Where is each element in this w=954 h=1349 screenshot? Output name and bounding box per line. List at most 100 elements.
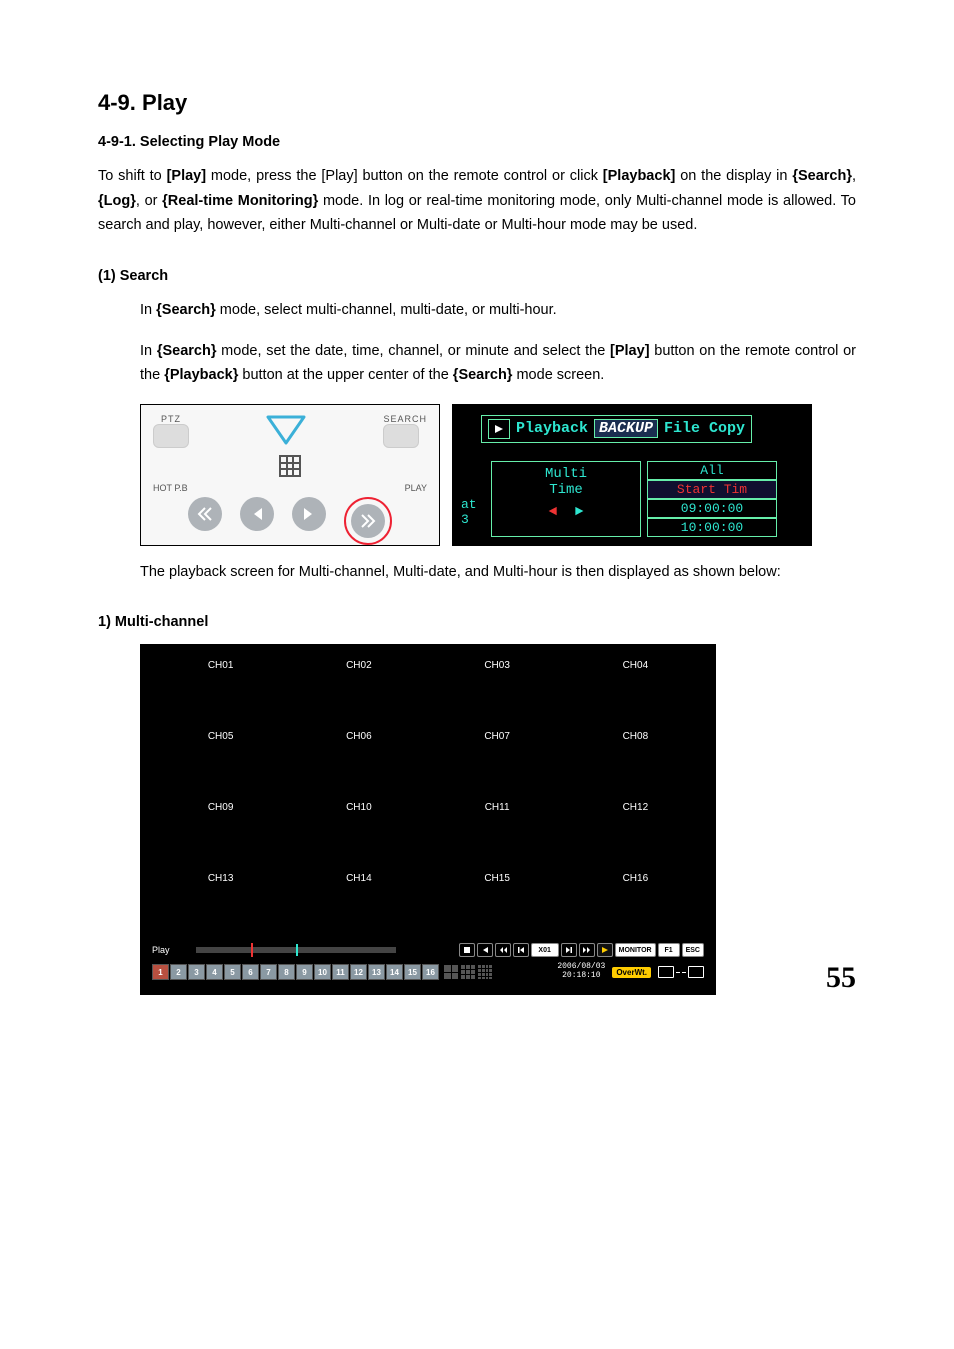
playback-controls-row: Play X01 MONITOR F1 ESC bbox=[152, 943, 704, 957]
esc-label: ESC bbox=[682, 943, 704, 957]
channel-number-button: 9 bbox=[296, 964, 313, 980]
txt: {Real-time Monitoring} bbox=[162, 193, 318, 209]
playback-label: Playback bbox=[516, 420, 588, 437]
play-icon bbox=[488, 419, 510, 439]
control-group: X01 MONITOR F1 ESC bbox=[459, 943, 704, 957]
ptz-button-shape bbox=[153, 424, 189, 448]
layout-icons bbox=[444, 965, 492, 979]
next-icon bbox=[292, 497, 326, 531]
layout-2x2-icon bbox=[444, 965, 458, 979]
filecopy-label: File Copy bbox=[664, 420, 745, 437]
three-label: 3 bbox=[461, 512, 491, 527]
section-title: 4-9. Play bbox=[98, 90, 856, 116]
right-arrow-icon: ► bbox=[575, 504, 583, 520]
skip-back-icon bbox=[513, 943, 529, 957]
txt: To shift to bbox=[98, 168, 167, 184]
at-label: at bbox=[461, 497, 491, 512]
playback-toolbar: Playback BACKUP File Copy bbox=[481, 415, 752, 443]
layout-4x4-icon bbox=[478, 965, 492, 979]
txt: button at the upper center of the bbox=[238, 367, 452, 383]
txt: mode screen. bbox=[512, 367, 604, 383]
channel-cell: CH06 bbox=[290, 725, 427, 795]
transport-buttons bbox=[153, 497, 427, 545]
channel-cell: CH12 bbox=[567, 796, 704, 866]
channel-number-button: 2 bbox=[170, 964, 187, 980]
txt: {Search} bbox=[157, 343, 217, 359]
channel-cell: CH08 bbox=[567, 725, 704, 795]
fastforward-icon bbox=[351, 504, 385, 538]
txt: mode, press the [Play] button on the rem… bbox=[206, 168, 603, 184]
txt: on the display in bbox=[675, 168, 792, 184]
channel-cell: CH05 bbox=[152, 725, 289, 795]
playback-panel-figure: Playback BACKUP File Copy at 3 Multi Tim… bbox=[452, 404, 812, 546]
txt: {Search} bbox=[453, 367, 513, 383]
channel-number-button: 16 bbox=[422, 964, 439, 980]
time-column: All Start Tim 09:00:00 10:00:00 bbox=[647, 461, 777, 537]
channel-number-button: 11 bbox=[332, 964, 349, 980]
figure-row: PTZ SEARCH HOT P.B PLAY bbox=[140, 404, 856, 546]
left-col: at 3 bbox=[461, 461, 491, 537]
datetime-display: 2006/08/03 20:18:10 bbox=[557, 963, 605, 981]
channel-number-pad: 12345678910111213141516 bbox=[152, 964, 439, 980]
prev-icon bbox=[240, 497, 274, 531]
multichannel-screenshot: CH01CH02CH03CH04CH05CH06CH07CH08CH09CH10… bbox=[140, 644, 716, 995]
time-label: Time bbox=[506, 482, 626, 498]
fastfwd-icon bbox=[579, 943, 595, 957]
channel-cell: CH14 bbox=[290, 867, 427, 937]
channel-number-button: 6 bbox=[242, 964, 259, 980]
search-p1: In {Search} mode, select multi-channel, … bbox=[140, 298, 856, 323]
txt: , or bbox=[136, 193, 162, 209]
channel-cell: CH07 bbox=[429, 725, 566, 795]
channel-number-button: 13 bbox=[368, 964, 385, 980]
txt: [Play] bbox=[167, 168, 207, 184]
channel-cell: CH16 bbox=[567, 867, 704, 937]
channel-number-button: 4 bbox=[206, 964, 223, 980]
speed-label: X01 bbox=[531, 943, 559, 957]
channel-number-button: 8 bbox=[278, 964, 295, 980]
txt: {Playback} bbox=[164, 367, 238, 383]
txt: {Search} bbox=[156, 302, 216, 318]
grid-icon bbox=[279, 455, 301, 477]
channel-number-button: 15 bbox=[404, 964, 421, 980]
channel-cell: CH04 bbox=[567, 654, 704, 724]
channel-number-button: 1 bbox=[152, 964, 169, 980]
timeline-track bbox=[196, 947, 396, 953]
layout-3x3-icon bbox=[461, 965, 475, 979]
channel-number-button: 3 bbox=[188, 964, 205, 980]
channel-number-button: 10 bbox=[314, 964, 331, 980]
channel-cell: CH03 bbox=[429, 654, 566, 724]
channel-number-button: 5 bbox=[224, 964, 241, 980]
txt: In bbox=[140, 343, 157, 359]
chevron-down-icon bbox=[263, 411, 309, 451]
channel-number-button: 14 bbox=[386, 964, 403, 980]
timeline-thumb bbox=[251, 943, 253, 957]
channel-grid: CH01CH02CH03CH04CH05CH06CH07CH08CH09CH10… bbox=[152, 654, 704, 937]
multichannel-heading: 1) Multi-channel bbox=[98, 614, 856, 630]
txt: {Log} bbox=[98, 193, 136, 209]
search-label: SEARCH bbox=[383, 414, 427, 424]
channel-cell: CH01 bbox=[152, 654, 289, 724]
backup-label: BACKUP bbox=[594, 419, 658, 438]
f1-label: F1 bbox=[658, 943, 680, 957]
txt: [Playback] bbox=[603, 168, 676, 184]
txt: In bbox=[140, 302, 156, 318]
overwrite-badge: OverWt. bbox=[612, 967, 651, 978]
step-back-icon bbox=[477, 943, 493, 957]
channel-cell: CH11 bbox=[429, 796, 566, 866]
search-heading: (1) Search bbox=[98, 268, 856, 284]
play-status-label: Play bbox=[152, 945, 192, 955]
hotpb-label: HOT P.B bbox=[153, 483, 188, 493]
play-icon bbox=[597, 943, 613, 957]
channel-number-button: 12 bbox=[350, 964, 367, 980]
txt: {Search} bbox=[792, 168, 852, 184]
channel-cell: CH15 bbox=[429, 867, 566, 937]
search-button-shape bbox=[383, 424, 419, 448]
channel-cell: CH02 bbox=[290, 654, 427, 724]
timeline-tick bbox=[296, 944, 298, 956]
txt: [Play] bbox=[610, 343, 650, 359]
start-time-label: Start Tim bbox=[647, 480, 777, 499]
stop-icon bbox=[459, 943, 475, 957]
txt: mode, select multi-channel, multi-date, … bbox=[216, 302, 557, 318]
time2-label: 10:00:00 bbox=[647, 518, 777, 537]
txt: , bbox=[852, 168, 856, 184]
